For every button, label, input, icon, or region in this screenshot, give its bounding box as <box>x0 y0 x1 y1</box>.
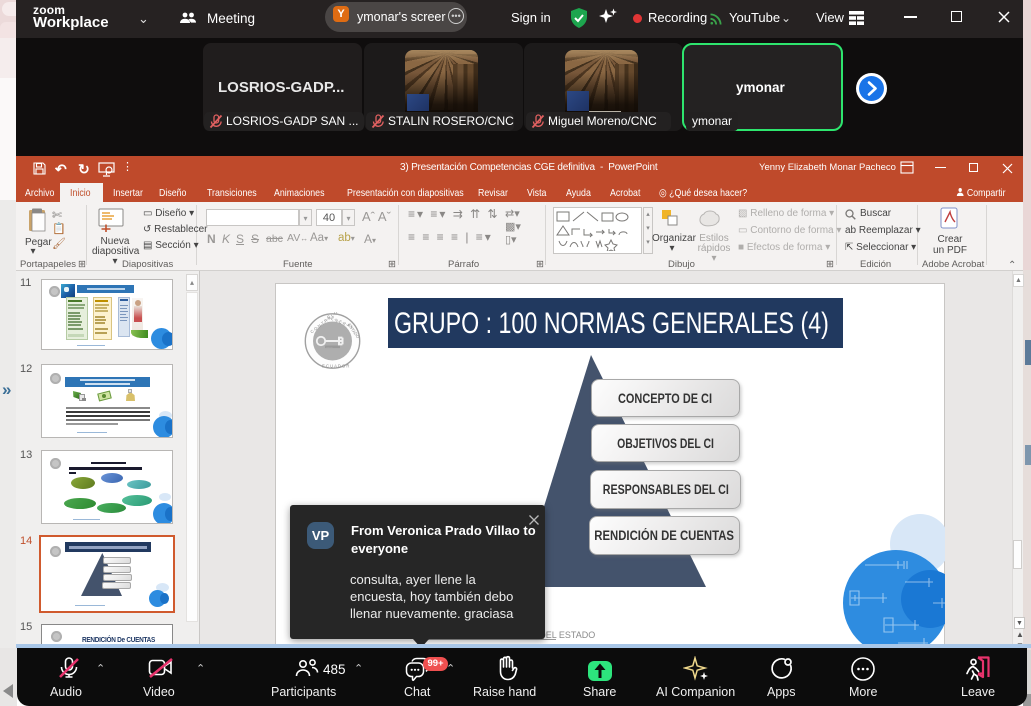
svg-text:E C U A D O R: E C U A D O R <box>322 364 349 369</box>
svg-text:········: ········ <box>326 346 333 349</box>
